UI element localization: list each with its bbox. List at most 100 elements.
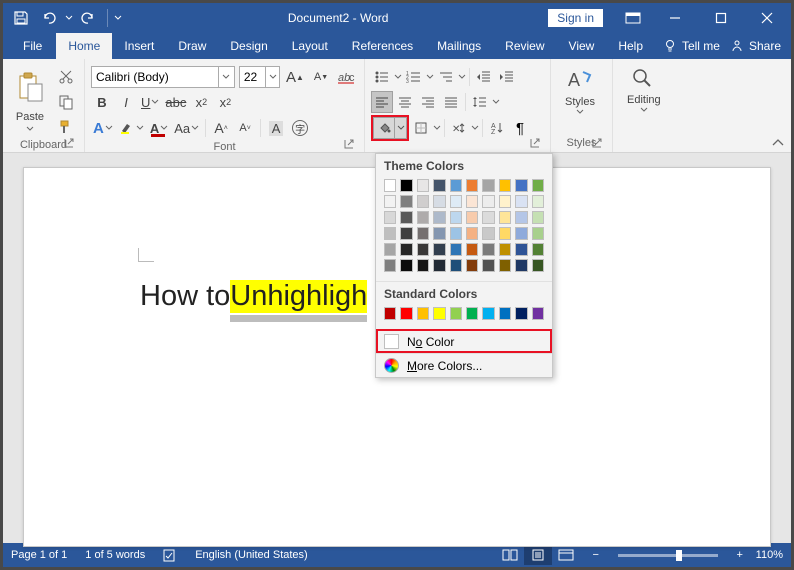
asian-layout-dropdown[interactable] xyxy=(471,124,479,132)
color-swatch[interactable] xyxy=(466,195,478,208)
color-swatch[interactable] xyxy=(450,243,462,256)
spellcheck-icon[interactable] xyxy=(163,548,177,562)
editing-button[interactable]: Editing xyxy=(619,63,669,134)
color-swatch[interactable] xyxy=(433,307,445,320)
numbering-dropdown[interactable] xyxy=(426,73,434,81)
tab-design[interactable]: Design xyxy=(218,33,279,59)
color-swatch[interactable] xyxy=(532,179,544,192)
enclose-characters-button[interactable]: 字 xyxy=(289,117,311,139)
maximize-button[interactable] xyxy=(699,4,743,32)
color-swatch[interactable] xyxy=(417,179,429,192)
color-swatch[interactable] xyxy=(499,211,511,224)
color-swatch[interactable] xyxy=(400,227,412,240)
tab-view[interactable]: View xyxy=(557,33,607,59)
numbering-button[interactable]: 123 xyxy=(403,66,425,88)
asian-layout-button[interactable]: ✕ xyxy=(448,117,470,139)
color-swatch[interactable] xyxy=(515,259,527,272)
color-swatch[interactable] xyxy=(417,243,429,256)
save-icon[interactable] xyxy=(9,6,33,30)
page-indicator[interactable]: Page 1 of 1 xyxy=(11,549,67,561)
styles-dialog-launcher[interactable] xyxy=(592,138,604,150)
color-swatch[interactable] xyxy=(417,227,429,240)
word-count[interactable]: 1 of 5 words xyxy=(85,549,145,561)
paste-button[interactable] xyxy=(12,65,48,109)
color-swatch[interactable] xyxy=(384,243,396,256)
color-swatch[interactable] xyxy=(433,259,445,272)
collapse-ribbon-button[interactable] xyxy=(769,135,787,151)
zoom-slider[interactable] xyxy=(618,554,718,557)
format-painter-button[interactable] xyxy=(55,116,77,138)
color-swatch[interactable] xyxy=(499,195,511,208)
tab-layout[interactable]: Layout xyxy=(280,33,340,59)
minimize-button[interactable] xyxy=(653,4,697,32)
color-swatch[interactable] xyxy=(466,259,478,272)
share-button[interactable]: Share xyxy=(730,39,781,53)
color-swatch[interactable] xyxy=(417,259,429,272)
color-swatch[interactable] xyxy=(515,307,527,320)
print-layout-button[interactable] xyxy=(524,545,552,565)
color-swatch[interactable] xyxy=(466,227,478,240)
tab-file[interactable]: File xyxy=(9,33,56,59)
tab-draw[interactable]: Draw xyxy=(166,33,218,59)
color-swatch[interactable] xyxy=(482,243,494,256)
line-spacing-dropdown[interactable] xyxy=(492,98,500,106)
grow-font-button[interactable]: A▲ xyxy=(284,66,306,88)
font-color-button[interactable]: A xyxy=(148,117,170,139)
color-swatch[interactable] xyxy=(450,227,462,240)
multilevel-list-button[interactable] xyxy=(435,66,457,88)
color-swatch[interactable] xyxy=(450,259,462,272)
language-indicator[interactable]: English (United States) xyxy=(195,549,308,561)
color-swatch[interactable] xyxy=(384,259,396,272)
color-swatch[interactable] xyxy=(515,195,527,208)
color-swatch[interactable] xyxy=(515,179,527,192)
color-swatch[interactable] xyxy=(482,307,494,320)
redo-button[interactable] xyxy=(77,6,101,30)
zoom-out-button[interactable]: − xyxy=(588,549,604,561)
undo-dropdown[interactable] xyxy=(65,14,73,22)
increase-indent-button[interactable] xyxy=(496,66,518,88)
paste-dropdown[interactable] xyxy=(26,125,34,133)
strikethrough-button[interactable]: abc xyxy=(163,91,188,113)
color-swatch[interactable] xyxy=(400,195,412,208)
color-swatch[interactable] xyxy=(384,179,396,192)
change-case-button[interactable]: Aa xyxy=(172,117,201,139)
color-swatch[interactable] xyxy=(532,227,544,240)
close-button[interactable] xyxy=(745,4,789,32)
underline-button[interactable]: U xyxy=(139,91,161,113)
document-text[interactable]: How to Unhighligh xyxy=(140,280,367,313)
italic-button[interactable]: I xyxy=(115,91,137,113)
justify-button[interactable] xyxy=(440,91,462,113)
shrink-font-button[interactable]: A▼ xyxy=(310,66,332,88)
color-swatch[interactable] xyxy=(417,195,429,208)
bullets-button[interactable] xyxy=(371,66,393,88)
align-left-button[interactable] xyxy=(371,91,393,113)
tell-me[interactable]: Tell me xyxy=(663,39,720,53)
ribbon-display-options[interactable] xyxy=(615,4,651,32)
font-dialog-launcher[interactable] xyxy=(344,139,356,151)
align-right-button[interactable] xyxy=(417,91,439,113)
color-swatch[interactable] xyxy=(450,179,462,192)
color-swatch[interactable] xyxy=(400,307,412,320)
color-swatch[interactable] xyxy=(532,243,544,256)
color-swatch[interactable] xyxy=(466,243,478,256)
tab-mailings[interactable]: Mailings xyxy=(425,33,493,59)
tab-review[interactable]: Review xyxy=(493,33,556,59)
line-spacing-button[interactable] xyxy=(469,91,491,113)
grow-font-2-button[interactable]: A˄ xyxy=(210,117,232,139)
color-swatch[interactable] xyxy=(532,307,544,320)
copy-button[interactable] xyxy=(55,91,77,113)
cut-button[interactable] xyxy=(55,66,77,88)
color-swatch[interactable] xyxy=(433,211,445,224)
align-center-button[interactable] xyxy=(394,91,416,113)
color-swatch[interactable] xyxy=(384,227,396,240)
no-color-item[interactable]: No Color xyxy=(376,329,552,353)
qat-customize[interactable] xyxy=(114,14,122,22)
font-name-combo[interactable]: Calibri (Body) xyxy=(91,66,235,88)
zoom-in-button[interactable]: + xyxy=(732,549,748,561)
color-swatch[interactable] xyxy=(532,211,544,224)
character-shading-button[interactable]: A xyxy=(265,117,287,139)
decrease-indent-button[interactable] xyxy=(473,66,495,88)
color-swatch[interactable] xyxy=(482,259,494,272)
show-hide-button[interactable]: ¶ xyxy=(509,117,531,139)
clear-formatting-button[interactable]: abc xyxy=(336,66,358,88)
